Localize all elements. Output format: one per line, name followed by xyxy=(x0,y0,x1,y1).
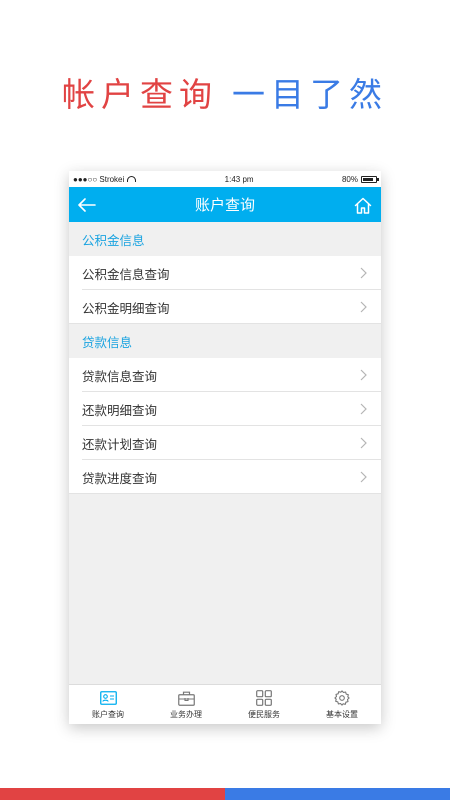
section-fund: 公积金信息 公积金信息查询 公积金明细查询 xyxy=(69,222,381,324)
battery-icon xyxy=(360,175,379,183)
chevron-right-icon xyxy=(357,368,369,382)
list-item-label: 还款计划查询 xyxy=(82,436,158,452)
status-time: 1:43 pm xyxy=(224,174,254,184)
section-header: 贷款信息 xyxy=(69,324,381,358)
home-icon[interactable] xyxy=(351,193,375,217)
list-item-repay-detail[interactable]: 还款明细查询 xyxy=(69,392,381,426)
page-title: 账户查询 xyxy=(194,196,255,214)
promo-headline: 帐户查询 一目了然 xyxy=(0,68,450,116)
battery-percent: 80% xyxy=(341,174,358,184)
list-item-label: 贷款进度查询 xyxy=(82,470,158,486)
list-item-fund-detail[interactable]: 公积金明细查询 xyxy=(69,290,381,324)
tab-bar: 账户查询 业务办理 便民服务 基本设置 xyxy=(69,684,381,724)
list-item-repay-plan[interactable]: 还款计划查询 xyxy=(69,426,381,460)
fund-list: 公积金信息查询 公积金明细查询 xyxy=(69,256,381,324)
tab-services[interactable]: 便民服务 xyxy=(225,685,303,724)
nav-bar: 账户查询 xyxy=(69,187,381,222)
loan-list: 贷款信息查询 还款明细查询 还款计划查询 贷款进度查询 xyxy=(69,358,381,494)
section-loan: 贷款信息 贷款信息查询 还款明细查询 还款计划查询 贷款进度查询 xyxy=(69,324,381,494)
phone-screen: ●●●○○ Strokei 1:43 pm 80% 账户查询 公积金信息 公积金… xyxy=(69,171,381,724)
list-item-loan-progress[interactable]: 贷款进度查询 xyxy=(69,460,381,494)
chevron-right-icon xyxy=(357,266,369,280)
bottom-color-strip xyxy=(0,788,450,800)
list-item-fund-info[interactable]: 公积金信息查询 xyxy=(69,256,381,290)
list-item-label: 公积金明细查询 xyxy=(82,300,170,316)
section-header: 公积金信息 xyxy=(69,222,381,256)
chevron-right-icon xyxy=(357,436,369,450)
tab-label: 便民服务 xyxy=(248,710,280,719)
gear-icon xyxy=(333,689,351,707)
strip-red xyxy=(0,788,225,800)
tab-label: 业务办理 xyxy=(170,710,202,719)
list-item-loan-info[interactable]: 贷款信息查询 xyxy=(69,358,381,392)
briefcase-icon xyxy=(177,689,195,707)
list-item-label: 公积金信息查询 xyxy=(82,266,170,282)
carrier-label: ●●●○○ Strokei xyxy=(73,174,125,184)
strip-blue xyxy=(225,788,450,800)
id-card-icon xyxy=(99,689,117,707)
tab-label: 基本设置 xyxy=(326,710,358,719)
tab-label: 账户查询 xyxy=(92,710,124,719)
back-arrow-icon[interactable] xyxy=(75,193,99,217)
chevron-right-icon xyxy=(357,300,369,314)
tab-business[interactable]: 业务办理 xyxy=(147,685,225,724)
list-item-label: 还款明细查询 xyxy=(82,402,158,418)
headline-part-1: 帐户查询 xyxy=(62,75,218,114)
grid-icon xyxy=(255,689,273,707)
wifi-icon xyxy=(127,176,137,182)
chevron-right-icon xyxy=(357,470,369,484)
chevron-right-icon xyxy=(357,402,369,416)
headline-part-2: 一目了然 xyxy=(232,75,388,114)
tab-account-query[interactable]: 账户查询 xyxy=(69,685,147,724)
tab-settings[interactable]: 基本设置 xyxy=(303,685,381,724)
status-bar: ●●●○○ Strokei 1:43 pm 80% xyxy=(69,171,381,187)
promo-page: 帐户查询一目了然 ●●●○○ Strokei 1:43 pm 80% 账户查询 xyxy=(0,0,450,800)
list-item-label: 贷款信息查询 xyxy=(82,368,158,384)
